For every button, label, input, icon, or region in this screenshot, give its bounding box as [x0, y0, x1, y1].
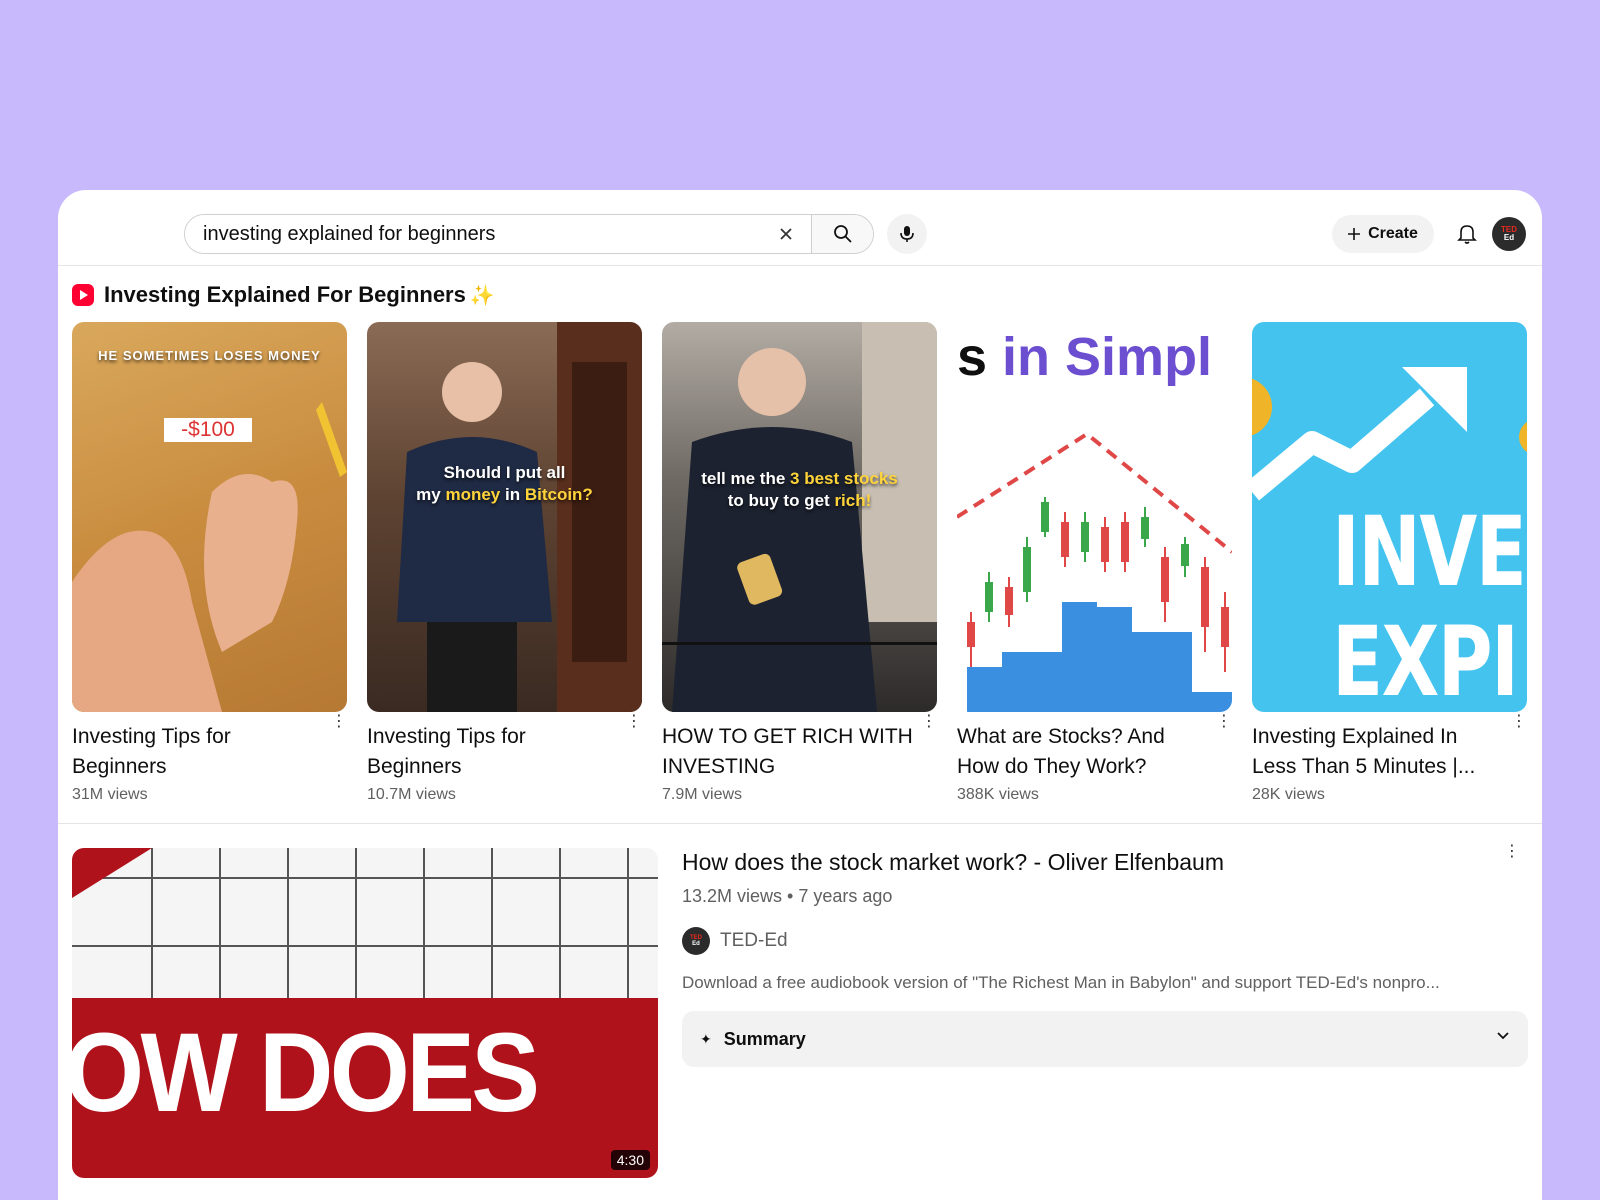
- search-input[interactable]: [185, 215, 761, 253]
- bell-icon: [1457, 225, 1477, 244]
- top-bar: Create TED Ed: [58, 190, 1542, 266]
- short-title[interactable]: What are Stocks? And How do They Work?: [957, 722, 1232, 782]
- shorts-row: HE SOMETIMES LOSES MONEY -$100 Investing…: [72, 322, 1528, 804]
- video-info: How does the stock market work? - Oliver…: [682, 844, 1528, 1067]
- more-options-icon[interactable]: ⋮: [1216, 714, 1232, 730]
- app-window: Create TED Ed Investing Explained For Be…: [58, 190, 1542, 1200]
- video-description: Download a free audiobook version of "Th…: [682, 973, 1440, 992]
- duration-badge: 4:30: [610, 1150, 650, 1170]
- video-meta: 13.2M views • 7 years ago: [682, 886, 893, 906]
- create-button[interactable]: Create: [1332, 215, 1434, 253]
- short-title[interactable]: Investing Explained In Less Than 5 Minut…: [1252, 722, 1527, 782]
- short-views: 7.9M views: [662, 786, 743, 803]
- short-thumbnail[interactable]: tell me the 3 best stocks to buy to get …: [662, 322, 937, 712]
- short-title[interactable]: Investing Tips for Beginners: [367, 722, 642, 782]
- notifications-button[interactable]: [1451, 218, 1483, 250]
- short-views: 28K views: [1252, 786, 1325, 803]
- person-illustration: [397, 322, 642, 712]
- more-options-icon[interactable]: ⋮: [1511, 714, 1527, 730]
- short-card[interactable]: HE SOMETIMES LOSES MONEY -$100 Investing…: [72, 322, 347, 804]
- sparkle-icon: ✦: [700, 1030, 712, 1047]
- channel-avatar[interactable]: TED Ed: [682, 927, 710, 955]
- more-options-icon[interactable]: ⋮: [921, 714, 937, 730]
- short-card[interactable]: tell me the 3 best stocks to buy to get …: [662, 322, 937, 804]
- close-icon: [780, 228, 792, 240]
- account-avatar[interactable]: TED Ed: [1492, 217, 1526, 251]
- short-views: 10.7M views: [367, 786, 456, 803]
- video-title[interactable]: How does the stock market work? - Oliver…: [682, 846, 1528, 878]
- shelf-title: Investing Explained For Beginners: [104, 282, 466, 307]
- microphone-icon: [900, 226, 914, 242]
- short-thumbnail[interactable]: Should I put all my money in Bitcoin?: [367, 322, 642, 712]
- hands-illustration: [72, 402, 347, 712]
- more-options-icon[interactable]: ⋮: [331, 714, 347, 730]
- voice-search-button[interactable]: [887, 214, 927, 254]
- search-icon: [833, 225, 852, 243]
- short-thumbnail[interactable]: HE SOMETIMES LOSES MONEY -$100: [72, 322, 347, 712]
- thumb-caption: tell me the 3 best stocks to buy to get …: [701, 469, 898, 510]
- avatar-text-bottom: Ed: [1503, 233, 1515, 242]
- thumb-caption: Should I put all my money in Bitcoin?: [416, 463, 593, 504]
- search-button[interactable]: [811, 215, 873, 253]
- shorts-logo-icon: [72, 284, 94, 306]
- sparkle-icon: ✨: [469, 284, 495, 307]
- channel-row[interactable]: TED Ed TED-Ed: [682, 927, 1528, 955]
- short-thumbnail[interactable]: INVE EXPI: [1252, 322, 1527, 712]
- short-card[interactable]: s in Simpl What are Stocks? And How do T…: [957, 322, 1232, 804]
- candlestick-illustration: [957, 431, 1232, 712]
- person-illustration: [662, 322, 937, 712]
- short-card[interactable]: INVE EXPI Investing Explained In Less Th…: [1252, 322, 1527, 804]
- thumb-caption: INVE EXPI: [1332, 496, 1527, 712]
- summary-button[interactable]: ✦ Summary: [682, 1011, 1528, 1067]
- create-label: Create: [1368, 225, 1418, 242]
- shelf-header: Investing Explained For Beginners ✨: [72, 282, 495, 308]
- short-title[interactable]: Investing Tips for Beginners: [72, 722, 347, 782]
- more-options-icon[interactable]: ⋮: [1504, 844, 1520, 860]
- short-views: 388K views: [957, 786, 1039, 803]
- section-divider: [58, 823, 1542, 824]
- plus-icon: [1348, 228, 1361, 240]
- short-title[interactable]: HOW TO GET RICH WITH INVESTING: [662, 722, 937, 782]
- thumb-caption: OW DOES: [72, 1010, 540, 1135]
- summary-label: Summary: [723, 1028, 806, 1049]
- search-box: [184, 214, 874, 254]
- more-options-icon[interactable]: ⋮: [626, 714, 642, 730]
- short-views: 31M views: [72, 786, 148, 803]
- video-thumbnail[interactable]: OW DOES 4:30: [72, 848, 658, 1178]
- chevron-down-icon: [1497, 1032, 1509, 1040]
- short-card[interactable]: Should I put all my money in Bitcoin? In…: [367, 322, 642, 804]
- short-thumbnail[interactable]: s in Simpl: [957, 322, 1232, 712]
- clear-search-button[interactable]: [761, 215, 811, 253]
- channel-name[interactable]: TED-Ed: [720, 930, 788, 952]
